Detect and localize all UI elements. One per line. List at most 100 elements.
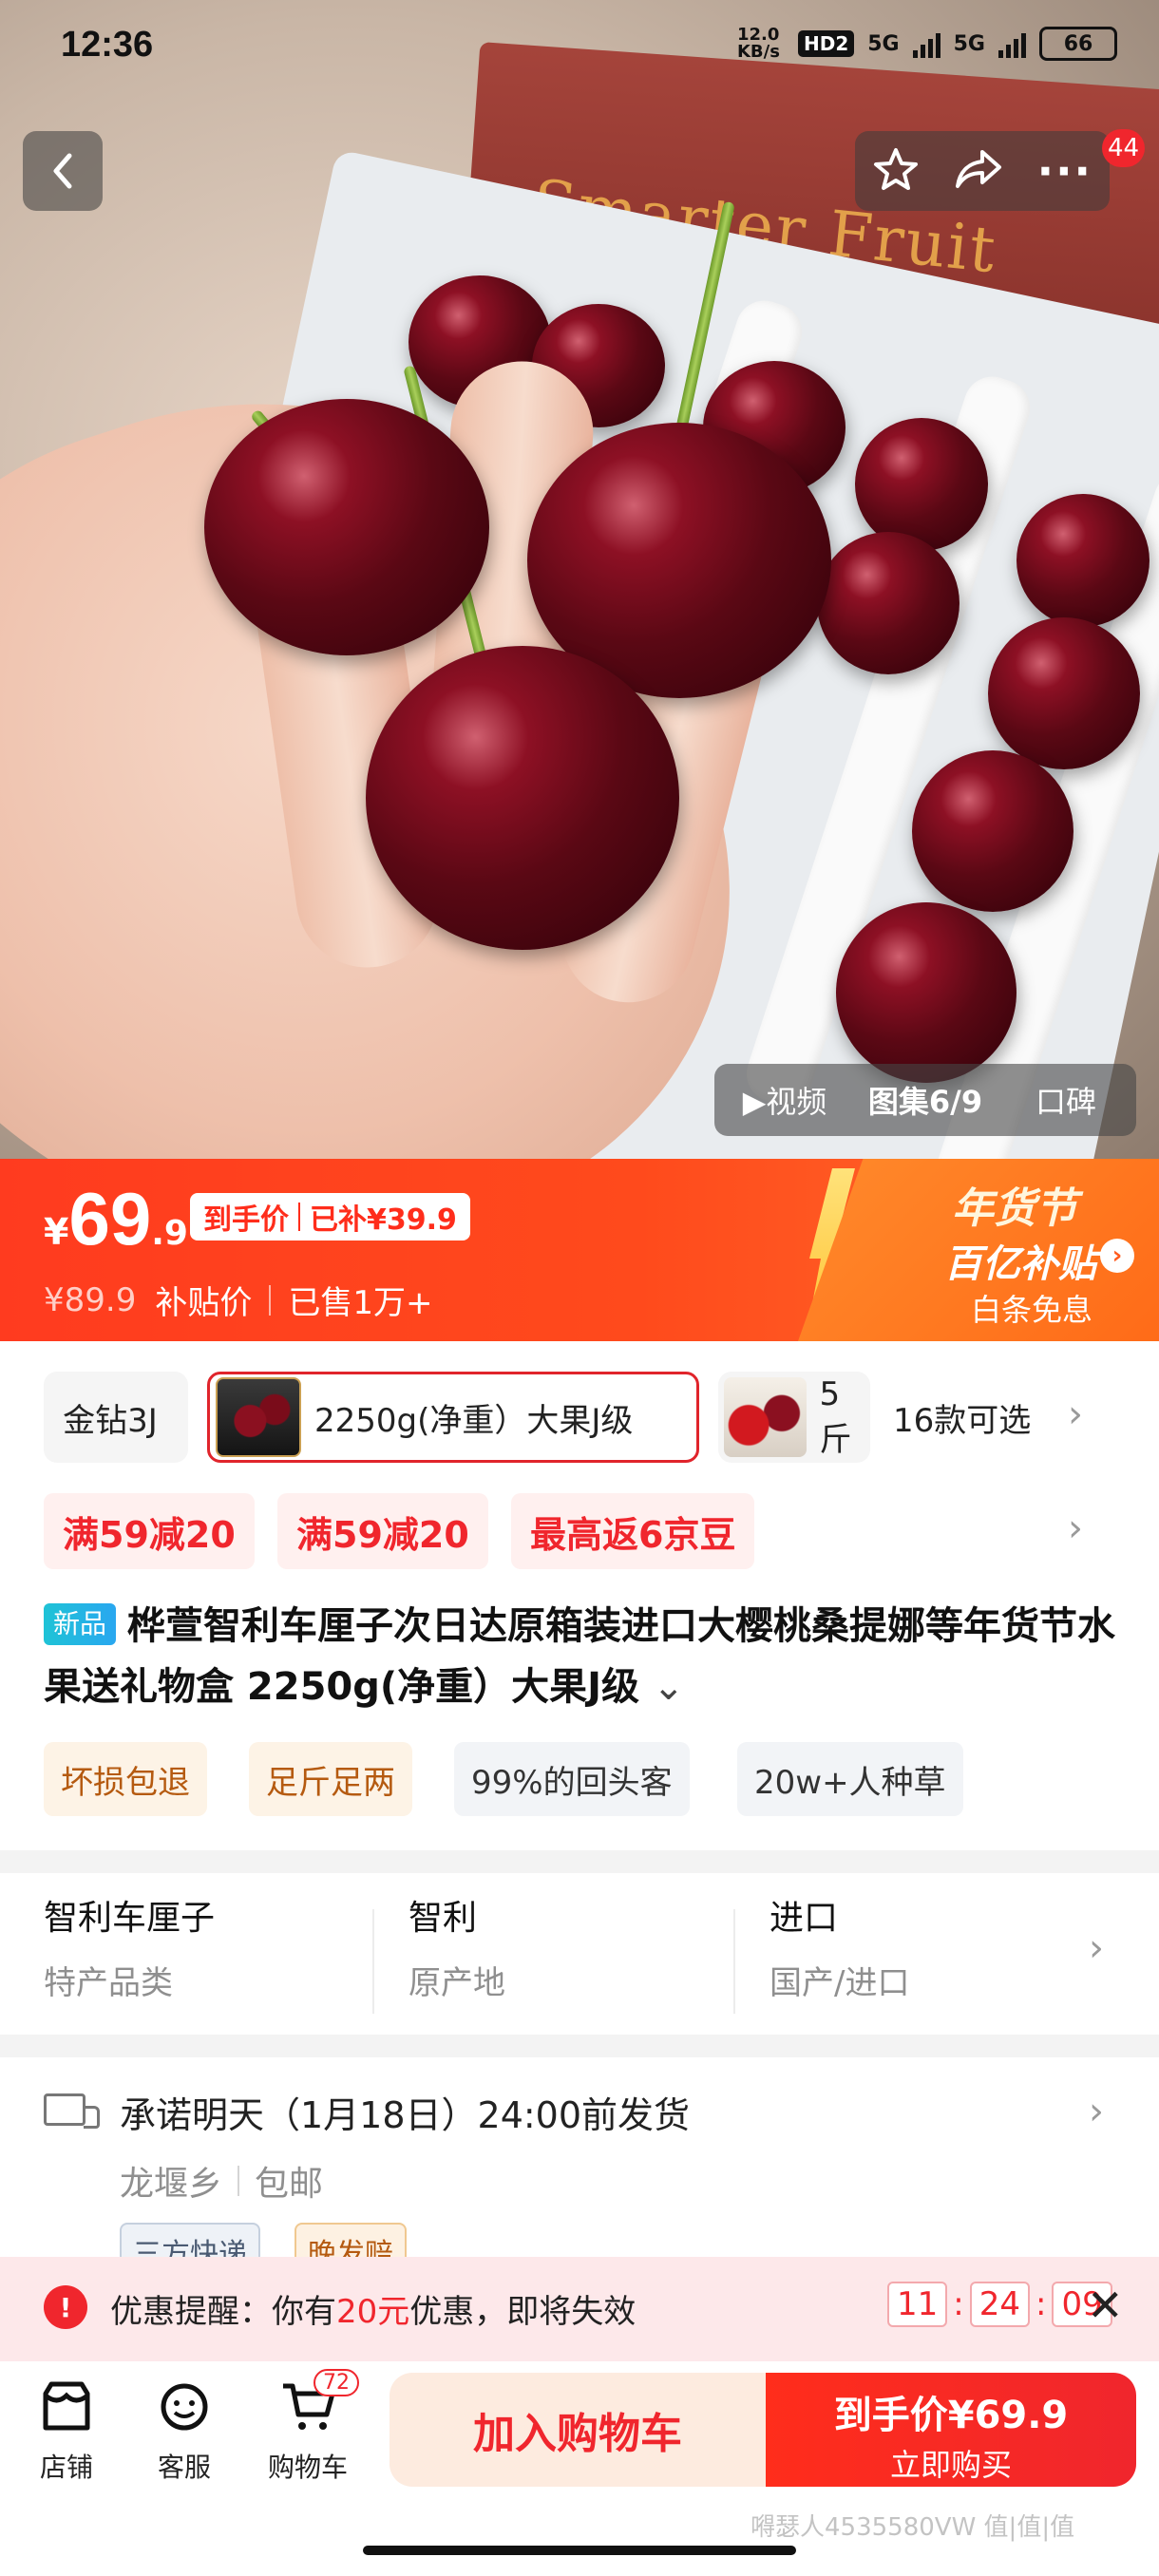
chevron-down-icon[interactable]: ⌄	[653, 1665, 685, 1709]
back-button[interactable]	[23, 131, 103, 211]
reminder-prefix: 优惠提醒：你有	[110, 2293, 336, 2331]
countdown-timer: 11 : 24 : 09	[887, 2282, 1112, 2327]
share-icon[interactable]	[954, 146, 1003, 196]
final-price: ¥ 69 .9	[44, 1176, 188, 1262]
price-currency: ¥	[44, 1211, 69, 1253]
attribute-key: 国产/进口	[770, 1964, 910, 2002]
divider	[238, 2166, 240, 2196]
reminder-text: 优惠提醒：你有20元优惠，即将失效	[110, 2285, 636, 2332]
attribute-value: 智利车厘子	[44, 1899, 216, 1938]
festival-subsidy: 百亿补贴	[944, 1242, 1096, 1286]
signal-icon	[998, 29, 1026, 58]
reminder-suffix: 优惠，即将失效	[409, 2293, 636, 2331]
sku-count[interactable]: 16款可选	[893, 1372, 1031, 1463]
divider	[733, 1909, 735, 2014]
deal-label: 到手价	[203, 1203, 289, 1237]
price-banner: ¥ 69 .9 到手价 已补¥39.9 ¥89.9 补贴价 已售1万+ 年货节 …	[0, 1159, 1159, 1341]
buy-now-label: 立即购买	[889, 2447, 1012, 2483]
cherry	[855, 418, 988, 551]
sku-option[interactable]: 5斤	[718, 1372, 870, 1463]
add-to-cart-button[interactable]: 加入购物车	[390, 2373, 766, 2487]
sku-thumbnail	[724, 1377, 807, 1457]
ship-from: 龙堰乡	[120, 2165, 223, 2204]
attribute-key: 原产地	[408, 1964, 505, 2002]
hd-icon: HD2	[797, 30, 855, 57]
price-decimal: .9	[151, 1214, 188, 1253]
cherry	[988, 617, 1140, 769]
sku-label: 5斤	[819, 1374, 852, 1459]
festival-title: 年货节	[952, 1184, 1077, 1233]
sold-count: 已售1万+	[288, 1284, 433, 1322]
divider	[372, 1909, 374, 2014]
play-icon: ▶	[742, 1084, 767, 1120]
coupon-badge[interactable]: 满59减20	[277, 1493, 488, 1569]
sku-option-selected[interactable]: 2250g(净重）大果J级	[207, 1372, 699, 1463]
price-integer: 69	[68, 1177, 152, 1260]
coupon-reminder-bar[interactable]: ! 优惠提醒：你有20元优惠，即将失效 11 : 24 : 09 ✕	[0, 2257, 1159, 2361]
sku-option[interactable]: 金钻3J	[44, 1372, 188, 1463]
divider	[269, 1284, 272, 1316]
product-title: 新品 桦萱智利车厘子次日达原箱装进口大樱桃桑提娜等年货节水果送礼物盒 2250g(…	[44, 1596, 1127, 1717]
coupon-badge[interactable]: 满59减20	[44, 1493, 255, 1569]
coupon-badge[interactable]: 最高返6京豆	[511, 1493, 755, 1569]
store-icon	[38, 2380, 95, 2434]
net-speed: 12.0 KB/s	[736, 25, 780, 62]
tab-gallery[interactable]: 图集6/9	[855, 1078, 996, 1122]
buy-price: 到手价¥69.9	[833, 2394, 1069, 2437]
media-tabs: ▶视频 图集6/9 口碑	[714, 1064, 1136, 1136]
delivery-origin: 龙堰乡 包邮	[120, 2156, 323, 2206]
attribute-value: 智利	[408, 1899, 478, 1938]
chevron-right-icon[interactable]: ›	[1068, 1392, 1083, 1436]
more-icon[interactable]: ···	[1037, 149, 1092, 193]
close-icon[interactable]: ✕	[1087, 2280, 1124, 2331]
original-price: ¥89.9	[44, 1280, 137, 1319]
installment-label: 白条免息	[970, 1292, 1092, 1328]
cherry	[912, 750, 1074, 912]
chevron-right-icon[interactable]: ›	[1068, 1506, 1083, 1550]
cherry	[1016, 494, 1150, 627]
star-icon[interactable]	[872, 145, 920, 197]
top-action-group: ···	[855, 131, 1110, 211]
sku-thumbnail	[216, 1377, 301, 1457]
feature-tag: 坏损包退	[44, 1742, 207, 1816]
watermark: 嘚瑟人4535580VW 值|值|值	[750, 2513, 1075, 2542]
buy-now-button[interactable]: 到手价¥69.9 立即购买	[766, 2373, 1136, 2487]
cherry	[817, 532, 960, 674]
clock: 12:36	[61, 25, 154, 65]
attribute-value: 进口	[770, 1899, 839, 1938]
chevron-right-icon[interactable]: ›	[1089, 2090, 1104, 2133]
cherry	[836, 902, 1016, 1083]
free-shipping: 包邮	[255, 2165, 324, 2204]
tab-reviews[interactable]: 口碑	[996, 1078, 1136, 1122]
cherry	[204, 399, 489, 655]
attribute-item[interactable]: 智利 原产地	[408, 1890, 505, 2023]
chevron-right-icon: ›	[1100, 1239, 1134, 1273]
timer-hours: 11	[887, 2282, 948, 2327]
attribute-item[interactable]: 智利车厘子 特产品类	[44, 1890, 215, 2023]
notification-badge: 44	[1102, 129, 1146, 167]
timer-minutes: 24	[969, 2282, 1030, 2327]
divider	[298, 1203, 300, 1231]
section-divider	[0, 1850, 1159, 1873]
deal-price-tag: 到手价 已补¥39.9	[190, 1193, 470, 1241]
new-badge: 新品	[44, 1603, 117, 1645]
home-indicator[interactable]	[363, 2546, 796, 2555]
service-label: 客服	[157, 2452, 211, 2483]
reminder-amount: 20元	[336, 2293, 410, 2331]
store-button[interactable]: 店铺	[10, 2380, 124, 2485]
status-bar: 12:36 12.0 KB/s HD2 5G 5G 66	[0, 0, 1159, 95]
chevron-right-icon[interactable]: ›	[1089, 1926, 1104, 1970]
attribute-item[interactable]: 进口 国产/进口	[770, 1890, 909, 2023]
delivery-promise[interactable]: 承诺明天（1月18日）24:00前发货	[120, 2086, 690, 2138]
battery-icon: 66	[1039, 27, 1117, 61]
cart-label: 购物车	[267, 2452, 348, 2483]
tab-video-label: 视频	[766, 1084, 827, 1120]
festival-promo[interactable]: 年货节 百亿补贴 › 白条免息	[798, 1159, 1159, 1341]
truck-icon	[44, 2093, 100, 2129]
tab-video[interactable]: ▶视频	[714, 1078, 855, 1122]
signal-icon	[912, 29, 940, 58]
chevron-left-icon	[53, 153, 72, 189]
product-title-text: 桦萱智利车厘子次日达原箱装进口大樱桃桑提娜等年货节水果送礼物盒 2250g(净重…	[44, 1604, 1116, 1709]
customer-service-button[interactable]: 客服	[127, 2380, 241, 2485]
section-divider	[0, 2035, 1159, 2057]
